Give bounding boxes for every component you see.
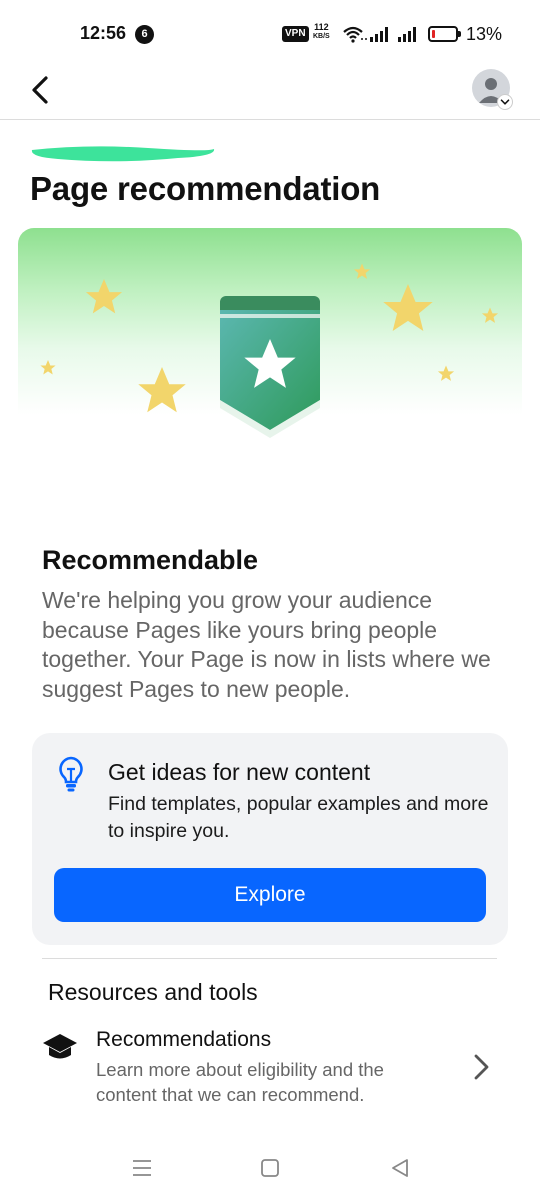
resource-item-title: Recommendations <box>96 1028 272 1051</box>
page-title: Page recommendation <box>30 170 381 207</box>
network-speed-unit: KB/S <box>313 33 330 40</box>
star-badge-illustration <box>40 263 499 438</box>
recommendation-status-title: Recommendable <box>42 545 259 575</box>
content-ideas-title: Get ideas for new content <box>108 759 371 785</box>
cell-signal-1-icon <box>370 27 388 42</box>
lightbulb-icon <box>59 756 83 792</box>
graduation-cap-icon <box>43 1034 77 1059</box>
chevron-left-icon[interactable] <box>26 70 58 110</box>
explore-button[interactable]: Explore <box>54 868 486 922</box>
chevron-down-icon[interactable] <box>497 94 513 110</box>
status-time: 12:56 <box>80 23 127 43</box>
chevron-right-icon <box>474 1054 489 1080</box>
content-ideas-description: Find templates, popular examples and mor… <box>108 793 489 842</box>
signal-wifi-icons <box>343 26 416 43</box>
system-navigation-bar <box>0 1140 540 1200</box>
hero-illustration <box>18 228 522 448</box>
battery-icon <box>428 26 461 42</box>
vpn-badge: VPN <box>282 26 309 42</box>
resources-heading: Resources and tools <box>48 979 258 1005</box>
menu-icon[interactable] <box>128 1154 156 1182</box>
status-bar: 12:56 6 VPN 112 KB/S 13% <box>0 0 540 64</box>
badge-icon <box>220 296 320 438</box>
wifi-icon <box>343 26 367 43</box>
cell-signal-2-icon <box>398 27 416 42</box>
network-speed: 112 KB/S <box>313 22 330 42</box>
battery-percent: 13% <box>466 24 503 44</box>
app-header <box>0 64 540 120</box>
home-square-icon[interactable] <box>256 1154 284 1182</box>
resource-item-description: Learn more about eligibility and the con… <box>96 1059 384 1105</box>
redaction-mark <box>31 146 215 162</box>
recommendation-status-description: We're helping you grow your audience bec… <box>42 587 491 702</box>
notification-count-badge: 6 <box>135 25 154 44</box>
battery-level-fill <box>432 30 435 38</box>
back-triangle-icon[interactable] <box>386 1154 414 1182</box>
content-ideas-card: Get ideas for new content Find templates… <box>32 733 508 945</box>
page: 12:56 6 VPN 112 KB/S 13% Page recommenda… <box>0 0 540 1200</box>
section-divider <box>42 958 497 959</box>
network-speed-value: 112 <box>314 22 329 32</box>
